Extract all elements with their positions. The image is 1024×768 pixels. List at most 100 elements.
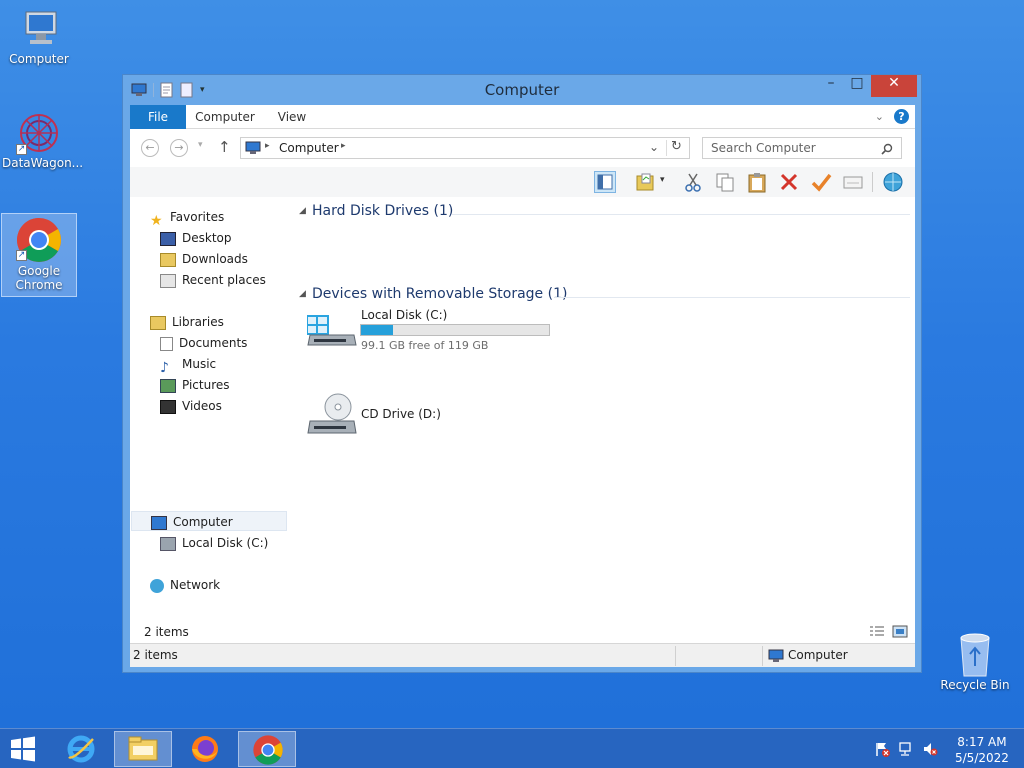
nav-label: Network: [170, 578, 221, 592]
libraries-icon: [150, 315, 166, 330]
computer-small-icon: [151, 515, 167, 530]
start-button[interactable]: [0, 731, 46, 767]
nav-label: Recent places: [182, 273, 266, 287]
recent-locations-icon[interactable]: ▾: [198, 140, 203, 150]
drive-name-c[interactable]: Local Disk (C:): [361, 308, 447, 322]
drive-free-space: 99.1 GB free of 119 GB: [361, 339, 489, 352]
delete-icon[interactable]: [778, 171, 800, 193]
taskbar-clock[interactable]: 8:17 AM 5/5/2022: [955, 734, 1009, 766]
cd-drive-icon: [307, 393, 357, 434]
file-explorer-icon: [128, 736, 158, 761]
up-button[interactable]: ↑: [218, 138, 231, 156]
nav-computer[interactable]: Computer: [131, 511, 287, 531]
taskbar-chrome[interactable]: [238, 731, 296, 767]
action-center-flag-icon[interactable]: [874, 741, 890, 757]
nav-libraries[interactable]: Libraries: [150, 312, 224, 332]
separator: [872, 172, 873, 192]
network-globe-icon[interactable]: [882, 171, 904, 193]
drive-usage-bar: [360, 324, 550, 336]
cut-icon[interactable]: [682, 171, 704, 193]
computer-small-icon: [768, 649, 784, 662]
pictures-icon: [160, 378, 176, 393]
search-icon[interactable]: [881, 143, 893, 155]
nav-favorites[interactable]: ★ Favorites: [150, 207, 225, 229]
refresh-icon[interactable]: ↻: [671, 139, 682, 154]
recent-places-icon: [160, 273, 176, 288]
nav-label: Documents: [179, 336, 248, 350]
collapse-group-icon[interactable]: ◢: [299, 206, 306, 216]
nav-music[interactable]: ♪ Music: [160, 354, 216, 376]
nav-downloads[interactable]: Downloads: [160, 249, 248, 269]
folder-options-icon[interactable]: [634, 171, 656, 193]
navigation-pane-icon[interactable]: [594, 171, 616, 193]
expand-ribbon-icon[interactable]: ⌄: [875, 110, 884, 123]
maximize-button[interactable]: □: [844, 75, 870, 97]
network-icon: [150, 578, 164, 593]
minimize-button[interactable]: –: [818, 75, 844, 97]
internet-explorer-icon: [67, 735, 95, 763]
computer-small-icon: [245, 141, 261, 154]
copy-icon[interactable]: [714, 171, 736, 193]
taskbar-internet-explorer[interactable]: [52, 731, 110, 767]
collapse-group-icon[interactable]: ◢: [299, 289, 306, 299]
pane-splitter[interactable]: [288, 197, 294, 641]
drive-name-d[interactable]: CD Drive (D:): [361, 407, 441, 421]
network-status-icon[interactable]: [898, 741, 914, 757]
computer-icon: [25, 11, 57, 44]
nav-local-disk[interactable]: Local Disk (C:): [160, 533, 268, 553]
group-divider: [452, 214, 910, 215]
nav-label: Favorites: [170, 210, 225, 224]
forward-button[interactable]: →: [170, 139, 188, 157]
address-dropdown-icon[interactable]: ⌄: [649, 140, 659, 154]
help-icon[interactable]: ?: [894, 109, 909, 124]
desktop-icon-recycle-bin[interactable]: Recycle Bin: [938, 630, 1012, 700]
desktop-icon-label: Google Chrome: [15, 264, 63, 292]
paste-icon[interactable]: [746, 171, 768, 193]
drive-usage-fill: [361, 325, 393, 335]
title-bar[interactable]: ▾ Computer – □ ✕: [123, 75, 921, 105]
nav-documents[interactable]: Documents: [160, 333, 247, 353]
desktop-icon-computer[interactable]: Computer: [2, 8, 76, 74]
status-location: Computer: [788, 648, 848, 662]
properties-toolbar-icon[interactable]: [842, 171, 864, 193]
tab-file[interactable]: File: [130, 105, 186, 129]
back-button[interactable]: ←: [141, 139, 159, 157]
drive-item-c[interactable]: [306, 305, 307, 306]
details-view-icon[interactable]: [869, 625, 885, 639]
firefox-icon: [192, 736, 218, 762]
explorer-window[interactable]: ▾ Computer – □ ✕ File Computer View ⌄ ? …: [122, 74, 922, 673]
nav-network[interactable]: Network: [150, 575, 220, 595]
clock-date: 5/5/2022: [955, 751, 1009, 765]
address-bar[interactable]: ▸ Computer ▸ ⌄ ↻: [240, 137, 690, 159]
hard-drive-icon: [307, 315, 357, 346]
group-header-hard-disks[interactable]: Hard Disk Drives (1): [312, 203, 453, 219]
folder-options-dropdown-icon[interactable]: ▾: [660, 175, 665, 185]
nav-label: Libraries: [172, 315, 224, 329]
desktop-icon-datawagon[interactable]: ↗ DataWagon...: [2, 110, 84, 180]
large-icons-view-icon[interactable]: [892, 625, 908, 639]
desktop-icon-label: DataWagon...: [2, 156, 84, 170]
breadcrumb-computer[interactable]: Computer: [279, 141, 339, 155]
status-divider: [762, 646, 763, 666]
desktop-icon: [160, 231, 176, 246]
nav-label: Desktop: [182, 231, 232, 245]
breadcrumb-chevron-icon[interactable]: ▸: [265, 141, 270, 151]
breadcrumb-chevron-icon[interactable]: ▸: [341, 141, 346, 151]
taskbar-file-explorer[interactable]: [114, 731, 172, 767]
music-note-icon: ♪: [160, 359, 169, 376]
navigation-bar: ← → ▾ ↑ ▸ Computer ▸ ⌄ ↻ Search Computer: [130, 129, 915, 167]
nav-pictures[interactable]: Pictures: [160, 375, 230, 395]
clock-time: 8:17 AM: [957, 735, 1007, 749]
group-header-removable[interactable]: Devices with Removable Storage (1): [312, 286, 567, 302]
search-box[interactable]: Search Computer: [702, 137, 902, 159]
desktop-icon-chrome[interactable]: ↗ Google Chrome: [1, 213, 77, 297]
nav-videos[interactable]: Videos: [160, 396, 222, 416]
tab-computer[interactable]: Computer: [192, 105, 258, 129]
rename-checkmark-icon[interactable]: [810, 171, 832, 193]
taskbar-firefox[interactable]: [176, 731, 234, 767]
nav-recent-places[interactable]: Recent places: [160, 270, 266, 290]
close-button[interactable]: ✕: [871, 75, 917, 97]
tab-view[interactable]: View: [270, 105, 314, 129]
volume-muted-icon[interactable]: [922, 741, 938, 757]
nav-desktop[interactable]: Desktop: [160, 228, 232, 248]
